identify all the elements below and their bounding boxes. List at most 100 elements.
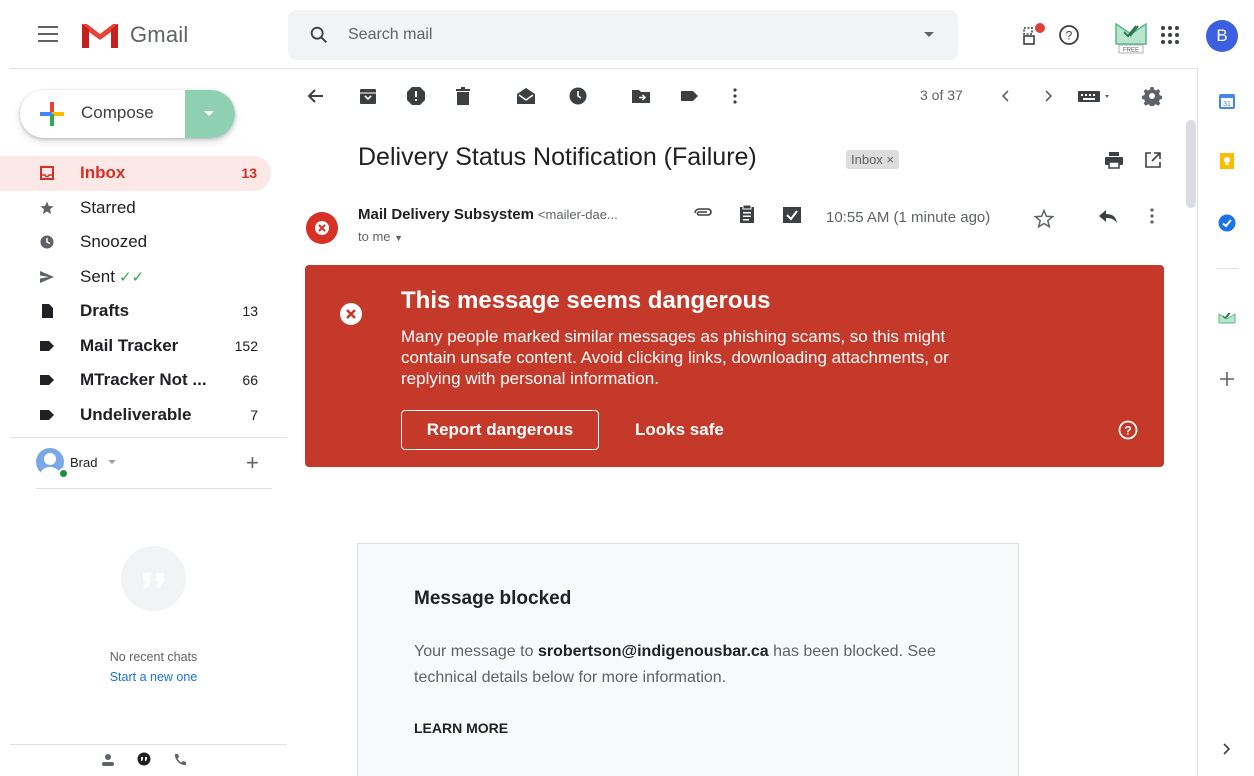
start-new-chat-link[interactable]: Start a new one — [0, 670, 307, 684]
mail-tracker-addon-icon[interactable] — [1218, 308, 1236, 326]
search-icon[interactable] — [308, 24, 330, 46]
warning-help-icon[interactable]: ? — [1118, 420, 1138, 440]
mark-unread-icon[interactable] — [516, 86, 536, 106]
label-icon — [40, 340, 54, 351]
back-arrow-icon[interactable] — [306, 86, 326, 106]
sidebar-nav: Inbox 13 Starred Snoozed Sent ✓✓ Drafts 1… — [0, 156, 272, 432]
item-count: 152 — [234, 337, 258, 354]
sidebar-item-inbox[interactable]: Inbox 13 — [0, 156, 271, 191]
move-to-icon[interactable] — [631, 86, 651, 106]
tracker-report-icon[interactable] — [738, 205, 756, 225]
app-name: Gmail — [130, 22, 189, 47]
sender-avatar[interactable] — [306, 212, 338, 244]
sidebar-item-label: Sent ✓✓ — [80, 267, 144, 287]
sender-info[interactable]: Mail Delivery Subsystem <mailer-dae... — [358, 206, 618, 223]
chat-bubble-icon[interactable] — [136, 752, 152, 768]
sidebar-item-mail-tracker[interactable]: Mail Tracker 152 — [0, 329, 272, 364]
delete-icon[interactable] — [453, 86, 473, 106]
help-icon[interactable]: ? — [1058, 24, 1080, 46]
sidebar-item-undeliverable[interactable]: Undeliverable 7 — [0, 398, 272, 433]
sender-email: <mailer-dae... — [537, 207, 618, 222]
sidebar-item-label: Snoozed — [80, 232, 148, 252]
side-panel-divider — [1216, 268, 1238, 269]
inbox-icon — [40, 166, 54, 181]
more-vert-icon[interactable] — [725, 86, 745, 106]
get-addons-plus-icon[interactable] — [1218, 370, 1236, 388]
report-spam-icon[interactable] — [406, 86, 426, 106]
email-subject: Delivery Status Notification (Failure) — [358, 143, 757, 171]
compose-label: Compose — [81, 103, 154, 122]
gmail-logo[interactable]: Gmail — [80, 20, 188, 50]
contacts-icon[interactable] — [100, 752, 116, 768]
looks-safe-button[interactable]: Looks safe — [623, 410, 736, 450]
tracked-check-icon: ✓✓ — [118, 268, 145, 286]
mail-tracker-extension-icon[interactable]: FREE — [1112, 14, 1150, 54]
open-new-window-icon[interactable] — [1144, 151, 1162, 169]
blocked-recipient-email: srobertson@indigenousbar.ca — [537, 643, 769, 660]
snooze-icon[interactable] — [568, 86, 588, 106]
hangouts-user-row: Brad + — [36, 448, 266, 479]
tasks-icon[interactable] — [1218, 214, 1236, 232]
sidebar-item-label: Inbox — [80, 163, 126, 183]
settings-gear-icon[interactable] — [1142, 86, 1162, 106]
recipient-details[interactable]: to me ▼ — [358, 229, 403, 244]
compose-button[interactable]: Compose — [20, 90, 235, 138]
search-options-icon[interactable] — [924, 32, 934, 37]
svg-text:?: ? — [1124, 424, 1131, 438]
calendar-icon[interactable]: 31 — [1218, 92, 1236, 110]
main-menu-icon[interactable] — [38, 26, 58, 42]
send-icon — [40, 270, 54, 283]
expand-panel-chevron-icon[interactable] — [1218, 740, 1236, 758]
sidebar-item-mtracker-not[interactable]: MTracker Not ... 66 — [0, 363, 272, 398]
older-chevron-icon[interactable] — [1038, 86, 1058, 106]
sidebar-item-sent[interactable]: Sent ✓✓ — [0, 260, 272, 295]
message-blocked-card: Message blocked Your message to sroberts… — [357, 543, 1019, 776]
tracker-checkbox-icon[interactable] — [782, 206, 802, 224]
archive-icon[interactable] — [358, 86, 378, 106]
recipient-dropdown-icon: ▼ — [394, 233, 404, 243]
item-count: 7 — [250, 406, 258, 423]
sidebar-item-drafts[interactable]: Drafts 13 — [0, 294, 272, 329]
svg-text:31: 31 — [1223, 101, 1231, 108]
apps-grid-icon[interactable] — [1160, 25, 1180, 45]
bottom-divider — [10, 744, 287, 745]
svg-text:?: ? — [1066, 29, 1073, 43]
star-outline-icon[interactable] — [1034, 209, 1054, 229]
sidebar-item-snoozed[interactable]: Snoozed — [0, 225, 272, 260]
top-bar: Gmail ? FREE B — [0, 0, 1254, 68]
status-dropdown-icon[interactable] — [108, 460, 116, 464]
search-bar[interactable] — [288, 10, 958, 60]
attachment-icon[interactable] — [692, 206, 712, 220]
learn-more-link[interactable]: LEARN MORE — [414, 720, 508, 736]
warning-body: Many people marked similar messages as p… — [401, 327, 949, 388]
header-divider — [10, 68, 1197, 69]
recipient-text: to me — [358, 229, 391, 244]
message-toolbar: 3 of 37 — [288, 80, 1188, 112]
message-more-icon[interactable] — [1142, 206, 1162, 226]
sidebar-item-starred[interactable]: Starred — [0, 191, 272, 226]
warning-title: This message seems dangerous — [401, 287, 771, 314]
input-tools-keyboard-icon[interactable] — [1076, 86, 1116, 106]
tracker-status-icon[interactable] — [1022, 22, 1048, 46]
label-as-icon[interactable] — [680, 86, 700, 106]
clock-icon — [40, 235, 54, 249]
unread-count: 13 — [241, 165, 257, 182]
new-chat-plus-icon[interactable]: + — [246, 450, 259, 476]
newer-chevron-icon[interactable] — [996, 86, 1016, 106]
inbox-label-chip[interactable]: Inbox × — [846, 150, 900, 169]
scrollbar-thumb[interactable] — [1186, 120, 1196, 208]
nav-divider — [10, 437, 287, 438]
phishing-warning-banner: This message seems dangerous Many people… — [305, 265, 1164, 467]
search-input[interactable] — [348, 26, 888, 44]
hangouts-divider — [36, 488, 272, 489]
reply-icon[interactable] — [1098, 208, 1118, 224]
warning-x-icon — [340, 303, 362, 325]
account-avatar[interactable]: B — [1206, 20, 1238, 52]
hangouts-user-name[interactable]: Brad — [70, 455, 97, 470]
keep-icon[interactable] — [1218, 152, 1236, 170]
report-dangerous-button[interactable]: Report dangerous — [401, 410, 599, 450]
print-icon[interactable] — [1104, 151, 1124, 169]
phone-icon[interactable] — [172, 752, 188, 768]
card-body: Your message to srobertson@indigenousbar… — [414, 639, 974, 691]
compose-dropdown-icon[interactable] — [185, 90, 235, 138]
